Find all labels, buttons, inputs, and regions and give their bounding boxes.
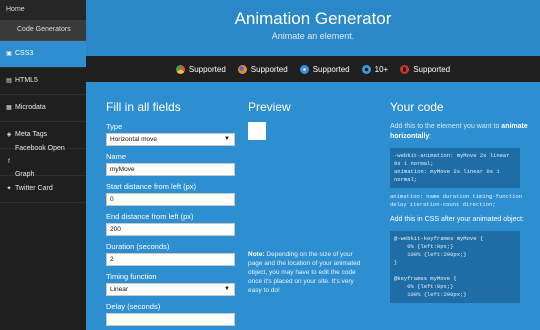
chevron-down-icon: ▼ (224, 136, 230, 142)
code-heading: Your code (390, 100, 444, 114)
code-intro: Add this to the element you want to anim… (390, 122, 530, 142)
preview-note: Note: Depending on the size of your page… (248, 250, 368, 295)
preview-column: Preview Note: Depending on the size of y… (248, 82, 368, 294)
css3-icon: ▣ (6, 50, 12, 57)
sidebar-item-css3[interactable]: ▣ CSS3 (0, 41, 86, 68)
preview-heading: Preview (248, 100, 291, 114)
sidebar-code-generators-link[interactable]: Code Generators (0, 20, 86, 41)
support-safari: Supported (299, 64, 350, 74)
animation-code-block[interactable]: -webkit-animation: myMove 2s linear 0s 1… (390, 148, 520, 188)
delay-label: Delay (seconds) (106, 302, 161, 311)
css-heading: Add this in CSS after your animated obje… (390, 216, 524, 223)
keyframes-code-block[interactable]: @-webkit-keyframes myMove { 0% {left:0px… (390, 231, 520, 303)
support-label: 10+ (374, 64, 389, 74)
animated-preview-box (248, 122, 266, 140)
sidebar-item-html5[interactable]: ▤ HTML5 (0, 68, 86, 95)
facebook-icon: f (8, 158, 10, 165)
microdata-icon: ▦ (6, 104, 12, 111)
form-column: Fill in all fields Type Horizontal move … (106, 82, 236, 326)
start-distance-input[interactable]: 0 (106, 193, 235, 206)
type-select-value: Horizontal move (110, 136, 157, 143)
opera-icon (400, 64, 410, 74)
browser-support-bar: Supported Supported Supported 10+ Suppor… (86, 56, 540, 82)
type-label: Type (106, 122, 123, 131)
duration-input[interactable]: 2 (106, 253, 235, 266)
page-subtitle: Animate an element. (271, 31, 355, 41)
sidebar-item-label: HTML5 (15, 77, 38, 84)
end-distance-input[interactable]: 200 (106, 223, 235, 236)
sidebar-home-link[interactable]: Home (0, 0, 86, 20)
timing-function-value: Linear (110, 286, 129, 293)
support-ie: 10+ (361, 64, 389, 74)
support-chrome: Supported (175, 64, 226, 74)
name-input[interactable]: myMove (106, 163, 235, 176)
support-label: Supported (312, 64, 350, 74)
ie-icon (361, 64, 371, 74)
name-label: Name (106, 152, 127, 161)
sidebar-item-microdata[interactable]: ▦ Microdata (0, 95, 86, 122)
code-intro-text: Add this to the element you want to (390, 123, 502, 130)
start-distance-label: Start distance from left (px) (106, 182, 197, 191)
note-bold: Note: (248, 251, 265, 258)
tag-icon: ◈ (6, 131, 12, 138)
animation-syntax: animation: name duration timing-function… (390, 193, 526, 208)
code-intro-end: : (429, 133, 432, 140)
duration-label: Duration (seconds) (106, 242, 170, 251)
chrome-icon (175, 64, 185, 74)
timing-function-select[interactable]: Linear ▼ (106, 283, 235, 296)
page-title: Animation Generator (234, 9, 392, 28)
delay-input[interactable] (106, 313, 235, 326)
twitter-icon: ✦ (6, 185, 12, 192)
sidebar-item-label: Microdata (15, 104, 46, 111)
support-firefox: Supported (237, 64, 288, 74)
main-content: Fill in all fields Type Horizontal move … (86, 82, 540, 330)
firefox-icon (237, 64, 247, 74)
support-label: Supported (413, 64, 451, 74)
end-distance-label: End distance from left (px) (106, 212, 194, 221)
sidebar-item-label: CSS3 (15, 50, 34, 57)
support-label: Supported (250, 64, 288, 74)
sidebar-item-label: Twitter Card (15, 185, 53, 192)
html5-icon: ▤ (6, 77, 12, 84)
form-heading: Fill in all fields (106, 100, 181, 114)
sidebar: Home Code Generators ▣ CSS3 ▤ HTML5 ▦ Mi… (0, 0, 86, 330)
page-header: Animation Generator Animate an element. (86, 0, 540, 56)
safari-icon (299, 64, 309, 74)
timing-function-label: Timing function (106, 272, 157, 281)
code-column: Your code Add this to the element you wa… (390, 82, 530, 303)
support-label: Supported (188, 64, 226, 74)
note-text: Depending on the size of your page and t… (248, 251, 361, 294)
type-select[interactable]: Horizontal move ▼ (106, 133, 235, 146)
chevron-down-icon: ▼ (224, 286, 230, 292)
support-opera: Supported (400, 64, 451, 74)
sidebar-item-facebook-open-graph[interactable]: f Facebook Open Graph (0, 145, 86, 178)
